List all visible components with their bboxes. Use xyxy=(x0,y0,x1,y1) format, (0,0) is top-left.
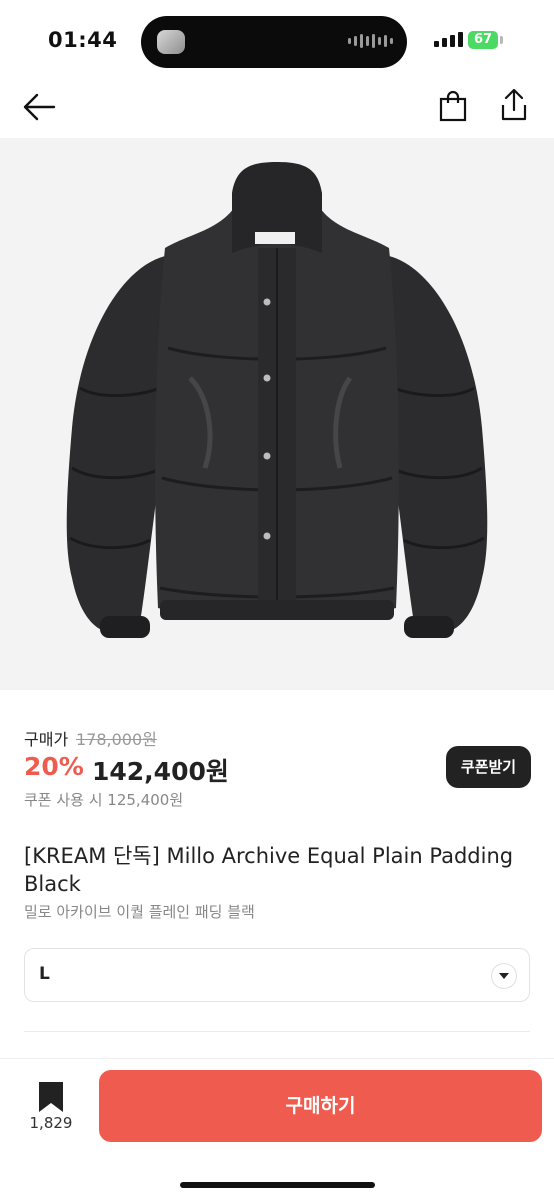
shopping-bag-icon[interactable] xyxy=(439,90,467,122)
jacket-illustration xyxy=(66,162,488,638)
brand-label-tag xyxy=(255,232,295,244)
original-price: 178,000원 xyxy=(76,730,157,749)
status-time: 01:44 xyxy=(48,28,118,52)
signal-icon xyxy=(434,32,463,47)
bookmark-count: 1,829 xyxy=(29,1114,73,1132)
battery-icon xyxy=(500,36,503,44)
back-arrow-icon[interactable] xyxy=(22,92,56,122)
size-select[interactable]: L xyxy=(24,948,530,1002)
product-title: [KREAM 단독] Millo Archive Equal Plain Pad… xyxy=(24,844,514,896)
coupon-price: 쿠폰 사용 시 125,400원 xyxy=(24,791,184,809)
status-bar: 01:44 67 xyxy=(0,0,554,80)
audio-wave-icon xyxy=(348,34,393,48)
product-image[interactable] xyxy=(0,138,554,690)
discount-rate: 20% xyxy=(24,752,84,781)
get-coupon-button[interactable]: 쿠폰받기 xyxy=(446,746,531,788)
dynamic-island[interactable] xyxy=(141,16,407,68)
size-value: L xyxy=(39,964,50,984)
battery-level: 67 xyxy=(468,31,498,49)
divider xyxy=(24,1031,530,1032)
price-label: 구매가 xyxy=(24,730,69,749)
chevron-down-icon[interactable] xyxy=(491,963,517,989)
sale-price: 142,400원 xyxy=(92,757,229,786)
home-indicator xyxy=(180,1182,375,1188)
now-playing-artwork xyxy=(157,30,185,54)
bookmark-button[interactable]: 1,829 xyxy=(24,1080,80,1138)
product-subtitle: 밀로 아카이브 이퀄 플레인 패딩 블랙 xyxy=(24,903,255,921)
bookmark-icon xyxy=(39,1082,63,1112)
top-nav xyxy=(0,80,554,136)
buy-button[interactable]: 구매하기 xyxy=(99,1070,542,1142)
share-icon[interactable] xyxy=(500,88,528,122)
